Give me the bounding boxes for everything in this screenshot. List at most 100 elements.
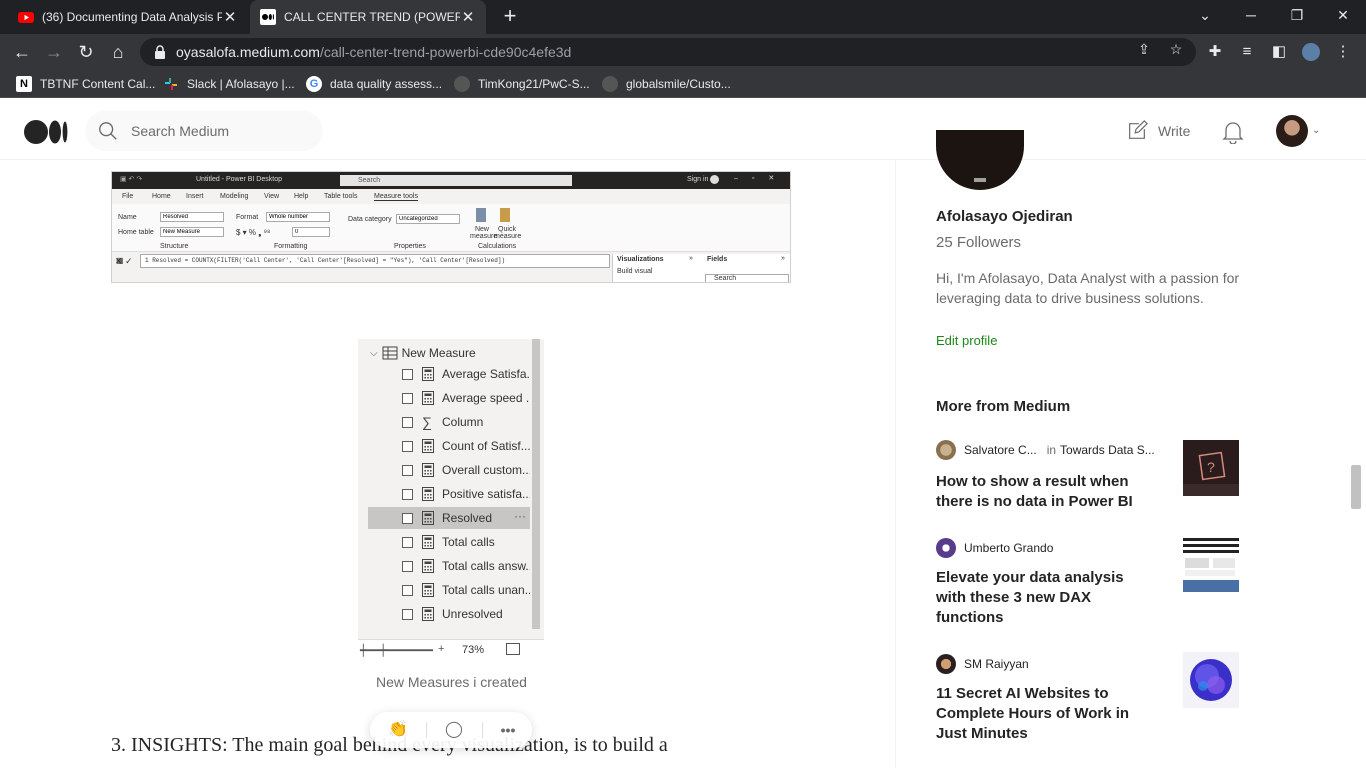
pbi-formula-text: 1 Resolved = COUNTX(FILTER('Call Center'… (145, 257, 506, 264)
followers-count[interactable]: 25 Followers (936, 234, 1021, 251)
card-title[interactable]: Elevate your data analysis with these 3 … (936, 568, 1156, 628)
card-thumbnail[interactable]: ? (1183, 440, 1239, 496)
tab-medium[interactable]: CALL CENTER TREND (POWERBI) | ✕ (250, 0, 486, 34)
author-name[interactable]: Afolasayo Ojediran (936, 208, 1073, 225)
field-item: ∑ Column (368, 411, 530, 433)
calculator-icon (422, 559, 434, 573)
pbi-number-format-icons: $ ▾ % ❟ ⁹⁸ (236, 228, 271, 237)
back-button[interactable]: ← (10, 40, 34, 64)
card-thumbnail[interactable] (1183, 652, 1239, 708)
side-panel-icon[interactable]: ◧ (1270, 43, 1288, 61)
page-scrollbar-thumb[interactable] (1351, 465, 1361, 509)
bell-icon[interactable] (1222, 120, 1244, 144)
chevron-down-icon[interactable]: ⌄ (1312, 125, 1320, 136)
sigma-icon: ∑ (422, 414, 432, 430)
checkbox (402, 488, 413, 500)
pbi-tab: File (122, 193, 134, 200)
field-item-selected: Resolved ··· (368, 507, 530, 529)
card-author-row[interactable]: SM Raiyyan (936, 654, 1029, 674)
url-host: oyasalofa.medium.com (176, 44, 320, 60)
tab-title: CALL CENTER TREND (POWERBI) | (284, 10, 460, 24)
pbi-tab: Help (294, 193, 309, 200)
pbi-data-category-label: Data category (348, 216, 392, 223)
home-button[interactable]: ⌂ (106, 40, 130, 64)
field-label: Average speed ... (442, 391, 530, 405)
field-item: Average Satisfa... (368, 363, 530, 385)
more-icon[interactable]: ••• (498, 721, 518, 739)
bookmark-label: TBTNF Content Cal... (40, 77, 156, 91)
share-icon[interactable]: ⇪ (1135, 40, 1153, 58)
card-title[interactable]: 11 Secret AI Websites to Complete Hours … (936, 684, 1156, 744)
medium-icon (260, 9, 276, 25)
card-thumbnail[interactable] (1183, 536, 1239, 592)
search-icon (99, 122, 117, 140)
card-title[interactable]: How to show a result when there is no da… (936, 472, 1156, 512)
reload-button[interactable]: ↻ (74, 40, 98, 64)
pbi-ribbon-tabs: File Home Insert Modeling View Help Tabl… (112, 189, 790, 204)
close-icon[interactable]: ✕ (460, 8, 476, 26)
pbi-home-table-field (160, 227, 224, 237)
pbi-new-measure-label: New measure (470, 226, 498, 240)
author-avatar (936, 538, 956, 558)
field-label: Count of Satisf... (442, 439, 530, 453)
minimize-button[interactable]: ─ (1228, 0, 1274, 30)
fit-page-icon (506, 643, 520, 655)
bookmark-timkong[interactable]: TimKong21/PwC-S... (454, 75, 590, 93)
bookmark-tbtnf[interactable]: N TBTNF Content Cal... (16, 75, 155, 93)
star-icon[interactable]: ☆ (1167, 40, 1185, 58)
extensions-icon[interactable]: ✚ (1206, 43, 1224, 61)
checkbox (402, 368, 413, 380)
address-bar[interactable]: oyasalofa.medium.com/call-center-trend-p… (140, 38, 1196, 66)
pbi-right-panes: Visualizations » Fields » Build visual S… (612, 254, 790, 282)
bookmark-data-quality[interactable]: G data quality assess... (306, 75, 442, 93)
pbi-decimals-field (292, 227, 330, 237)
edit-profile-link[interactable]: Edit profile (936, 333, 997, 348)
checkbox (402, 416, 413, 428)
ai-sphere-image (1183, 652, 1239, 708)
card-author-row[interactable]: Salvatore C... in Towards Data S... (936, 440, 1155, 460)
pbi-group-label: Formatting (274, 243, 308, 250)
notion-icon: N (16, 76, 32, 92)
field-item: Positive satisfa... (368, 483, 530, 505)
checkbox (402, 560, 413, 572)
calculator-icon (422, 463, 434, 477)
author-photo[interactable] (936, 130, 1024, 190)
pbi-quick-measure-icon (500, 208, 510, 222)
media-control-icon[interactable]: ≡ (1238, 43, 1256, 61)
checkbox (402, 512, 413, 524)
close-icon[interactable]: ✕ (222, 8, 238, 26)
field-item: Total calls (368, 531, 530, 553)
bookmark-slack[interactable]: Slack | Afolasayo |... (163, 75, 295, 93)
slack-icon (165, 78, 177, 90)
checkbox (402, 440, 413, 452)
checkbox (402, 464, 413, 476)
pbi-tab: Home (152, 193, 171, 200)
menu-icon[interactable]: ⋮ (1334, 43, 1352, 61)
necklace-detail (974, 178, 986, 182)
profile-avatar-icon[interactable] (1302, 43, 1320, 61)
user-avatar[interactable] (1276, 115, 1308, 147)
clap-icon[interactable]: 👏 (388, 721, 408, 739)
calculator-icon (422, 583, 434, 597)
calculator-icon (422, 535, 434, 549)
new-tab-button[interactable]: + (498, 5, 522, 29)
maximize-button[interactable]: ❐ (1274, 0, 1320, 30)
forward-button[interactable]: → (42, 40, 66, 64)
calculator-icon (422, 391, 434, 405)
write-button[interactable]: Write (1126, 120, 1190, 142)
pbi-account-icon (710, 175, 719, 184)
card-author-row[interactable]: Umberto Grando (936, 538, 1053, 558)
pbi-tab: Insert (186, 193, 204, 200)
close-window-button[interactable]: ✕ (1320, 0, 1366, 30)
calculator-icon (422, 511, 434, 525)
search-box[interactable] (85, 111, 323, 151)
comment-icon[interactable]: ◯ (444, 721, 464, 739)
medium-logo-icon[interactable] (24, 119, 68, 145)
tab-search-icon[interactable]: ⌄ (1182, 0, 1228, 30)
tab-youtube[interactable]: (36) Documenting Data Analysis P ✕ (8, 0, 248, 34)
google-icon: G (306, 76, 322, 92)
bookmark-globalsmile[interactable]: globalsmile/Custo... (602, 75, 731, 93)
author-bio: Hi, I'm Afolasayo, Data Analyst with a p… (936, 270, 1240, 306)
search-input[interactable] (131, 123, 301, 139)
divider (482, 722, 483, 738)
